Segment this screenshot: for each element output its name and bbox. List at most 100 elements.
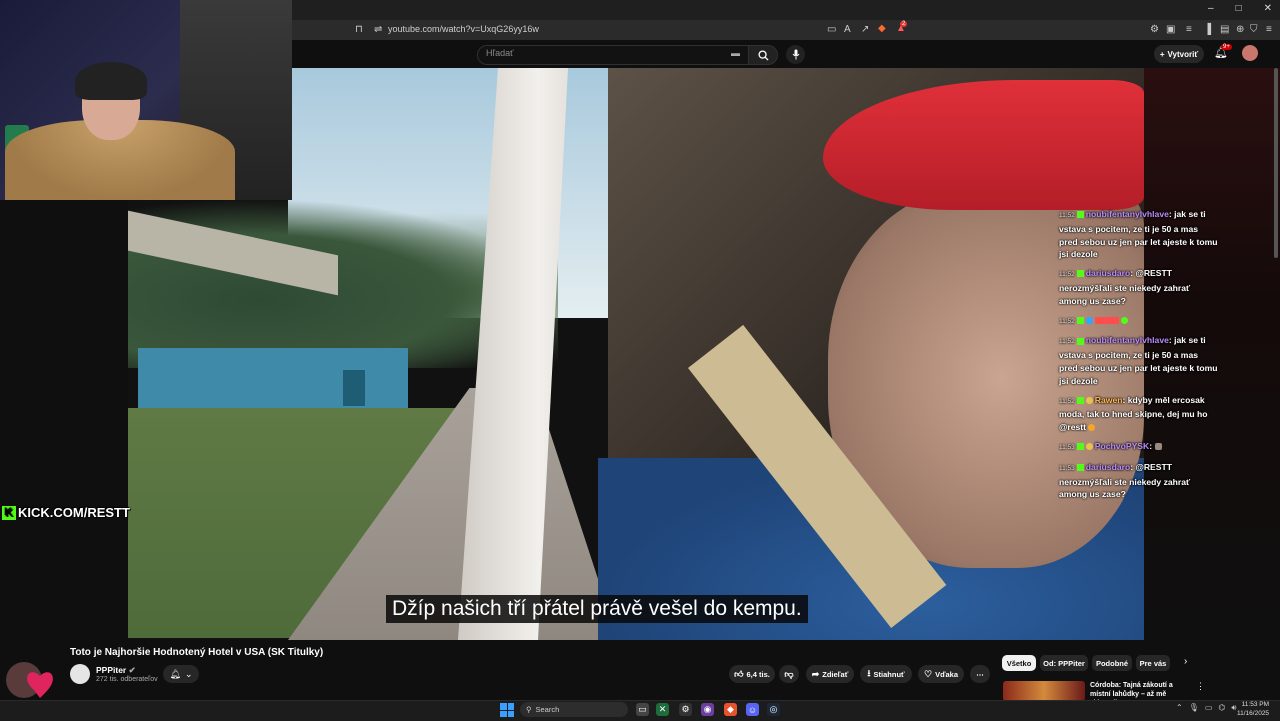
recommended-thumbnail[interactable] [1003,681,1085,701]
kick-badge-icon [1076,396,1084,404]
network-icon[interactable]: ⌬ [1218,703,1225,713]
keyboard-icon[interactable]: ▬ [731,48,740,58]
more-icon: ⋯ [976,669,984,679]
chip-for-you[interactable]: Pre vás [1136,655,1170,671]
cast-icon[interactable]: ▭ [827,24,836,35]
brave-shield-icon[interactable]: ◆ [878,23,886,34]
display-icon[interactable]: ▭ [1205,703,1213,713]
channel-name-text: PPPiter [96,665,127,675]
download-button[interactable]: ⭳ Stiahnuť [860,665,912,683]
chevron-up-icon[interactable]: ⌃ [1176,703,1183,713]
wallet-icon[interactable]: ▣ [1166,24,1175,35]
subscription-bell-button[interactable]: 🔔︎ ⌄ [163,665,199,683]
bookmark-icon[interactable]: ⊓ [355,24,363,35]
dislike-button[interactable]: 👎︎ [779,665,799,683]
chip-from-channel[interactable]: Od: PPPiter [1040,655,1088,671]
windows-start-icon[interactable] [500,703,514,717]
kick-badge-icon [1076,463,1084,471]
streamer-webcam [0,0,292,200]
clock-date: 11/16/2025 [1237,710,1270,717]
chat-time: 11:53 [1059,464,1075,472]
profile-avatar[interactable] [1242,45,1258,61]
menu-icon[interactable]: ≡ [1266,24,1272,35]
chat-time: 11:52 [1059,271,1075,279]
heart-sticker-icon [6,662,53,698]
discord-icon[interactable]: ☺ [746,703,759,716]
shield-icon[interactable]: ⛉ [1250,24,1258,35]
chat-message: 11:52 dariusdaro: @RESTT nerozmýšľali ste… [1059,268,1191,306]
recommended-more-icon[interactable]: ⋮ [1196,681,1205,692]
microphone-icon [792,49,799,60]
app-icon[interactable]: ◉ [701,703,714,716]
taskbar-clock[interactable]: 11:53 PM 11/16/2025 [1237,700,1269,718]
settings-icon[interactable]: ⚙ [679,703,692,716]
subscriber-badge-icon [1085,316,1093,324]
thanks-button[interactable]: ♡ Vďaka [918,665,964,683]
brave-browser-icon[interactable]: ◆ [724,703,737,716]
close-button[interactable]: ✕ [1264,3,1272,14]
channel-name[interactable]: PPPiter ✔ [96,665,136,676]
extensions-icon[interactable]: ⚙ [1150,24,1159,35]
xbox-icon[interactable]: ✕ [656,703,669,716]
tabs-icon[interactable]: ▤ [1220,24,1229,35]
chat-message: 11:53 PochvoPYSK: [1059,440,1219,455]
channel-avatar[interactable] [70,664,90,684]
download-label: Stiahnuť [873,669,905,679]
reading-list-icon[interactable]: ≡ [1186,24,1192,35]
share-button[interactable]: ➦ Zdieľať [806,665,854,683]
thanks-label: Vďaka [935,669,958,679]
chat-message: 11:52 noubifentanylvhlave: jak se ti vsta… [1059,209,1218,260]
share-label: Zdieľať [822,669,849,679]
steam-icon[interactable]: ◎ [767,703,780,716]
vpn-icon[interactable]: ⊕ [1236,24,1244,35]
chat-username: dariusdaro [1085,461,1131,472]
chat-username: noubifentanylvhlave [1085,335,1169,346]
voice-search-button[interactable] [786,45,805,64]
like-count: 6,4 tis. [746,669,770,679]
recommended-title[interactable]: Córdoba: Tajná zákoutí a místní lahůdky … [1090,681,1190,701]
chip-related[interactable]: Podobné [1092,655,1132,671]
volume-icon[interactable]: 🔊︎ [1231,703,1236,713]
kick-badge-icon [1076,316,1084,324]
search-placeholder: Hľadať [486,48,514,58]
translate-icon[interactable]: A [844,24,851,35]
minimize-button[interactable]: – [1208,3,1214,14]
subscriber-count: 272 tis. odberateľov [96,676,158,683]
sidebar-icon[interactable]: ▐ [1204,24,1211,35]
taskbar-search[interactable]: ⚲ Search [520,702,628,717]
microphone-icon[interactable]: 🎙︎ [1189,703,1199,713]
share-icon[interactable]: ↗ [861,24,869,35]
maximize-button[interactable]: □ [1236,3,1242,14]
share-arrow-icon: ➦ [811,668,820,679]
verified-icon: ✔ [128,665,136,675]
bell-icon: 🔔︎ [169,668,181,679]
chip-all[interactable]: Všetko [1002,655,1036,671]
kick-badge-icon [1076,211,1084,219]
emote-icon [1121,316,1129,324]
chat-message: 11:52 noubifentanylvhlave: jak se ti vsta… [1059,335,1218,386]
url-field[interactable]: youtube.com/watch?v=UxqG26yy16w [388,24,539,34]
kick-channel-text: KICK.COM/RESTT [18,505,130,520]
kick-logo-icon: K [2,505,16,520]
download-icon: ⭳ [867,668,871,678]
video-building [138,348,408,408]
emote-icon [1154,443,1162,451]
chat-time: 11:52 [1059,317,1075,325]
notifications-badge: 9+ [1221,44,1232,50]
task-view-icon[interactable]: ▭ [636,703,649,716]
like-button[interactable]: 👍︎ 6,4 tis. [729,665,775,683]
chat-message: 11:52 Rawen: kdyby měl ercosak moda, tak … [1059,394,1208,433]
chat-message: 11:52 [1059,314,1219,329]
video-subtitle: Džíp našich tří přátel právě vešel do ke… [386,595,808,623]
page-scrollbar[interactable] [1274,68,1278,258]
chat-username: PochvoPYSK [1094,440,1150,451]
search-icon [757,49,769,61]
search-input[interactable] [477,45,750,65]
site-info-icon[interactable]: ⇌ [374,24,382,35]
search-button[interactable] [748,45,778,65]
create-label: Vytvoriť [1167,49,1199,59]
chat-time: 11:52 [1059,212,1075,219]
chevron-right-icon[interactable]: › [1184,656,1187,667]
more-actions-button[interactable]: ⋯ [970,665,990,683]
create-button[interactable]: + Vytvoriť [1154,45,1204,63]
